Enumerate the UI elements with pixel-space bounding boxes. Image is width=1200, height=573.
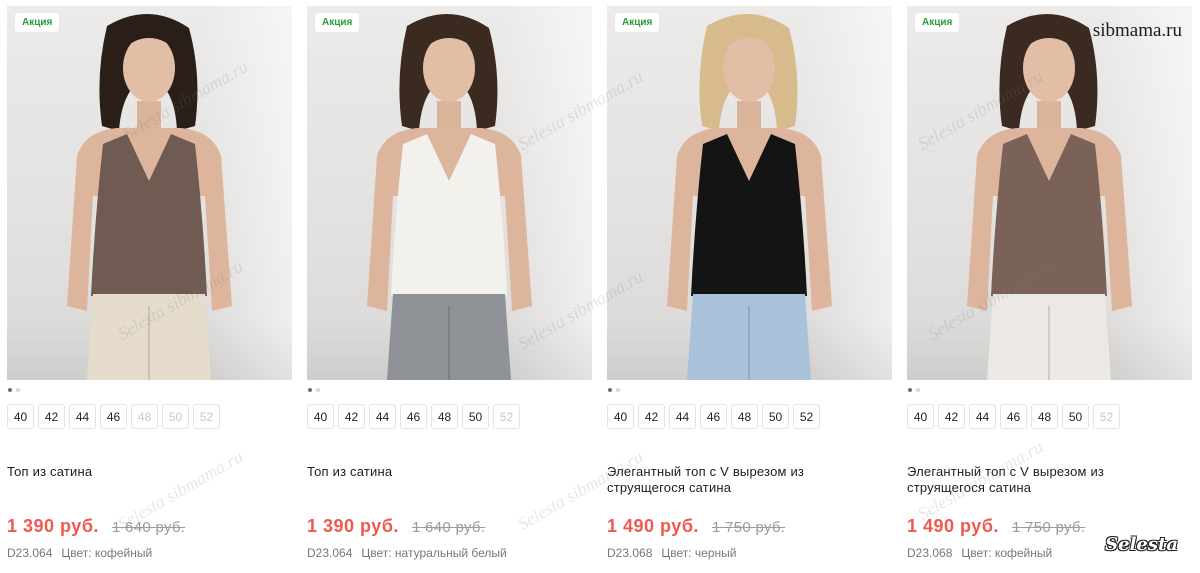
sale-badge: Акция bbox=[915, 13, 960, 32]
old-price: 1 640 руб. bbox=[111, 519, 186, 536]
product-title[interactable]: Топ из сатина bbox=[307, 464, 547, 480]
sale-badge: Акция bbox=[15, 13, 60, 32]
carousel-dot[interactable] bbox=[916, 388, 920, 392]
product-color: Цвет: кофейный bbox=[61, 546, 153, 560]
product-card[interactable]: Акция 40 42 44 46 48 50 52 Элегантный топ с V вы… bbox=[607, 6, 892, 566]
brand-watermark: Selesta bbox=[1105, 534, 1178, 555]
product-color: Цвет: кофейный bbox=[961, 546, 1053, 560]
sale-badge: Акция bbox=[615, 13, 660, 32]
image-carousel-dots bbox=[8, 388, 292, 393]
product-image[interactable]: Акция bbox=[607, 6, 892, 380]
price-block: 1 490 руб. 1 750 руб. bbox=[907, 516, 1085, 537]
carousel-dot[interactable] bbox=[308, 388, 312, 392]
product-title[interactable]: Элегантный топ с V вырезом из струящегос… bbox=[907, 464, 1147, 496]
size-option-44[interactable]: 44 bbox=[69, 404, 96, 429]
product-image[interactable]: Акция bbox=[307, 6, 592, 380]
site-watermark: sibmama.ru bbox=[1092, 20, 1182, 41]
carousel-dot[interactable] bbox=[616, 388, 620, 392]
size-option-40[interactable]: 40 bbox=[907, 404, 934, 429]
size-option-42[interactable]: 42 bbox=[38, 404, 65, 429]
size-selector: 40 42 44 46 48 50 52 bbox=[307, 404, 592, 429]
sale-badge: Акция bbox=[315, 13, 360, 32]
size-option-50[interactable]: 50 bbox=[1062, 404, 1089, 429]
size-option-46[interactable]: 46 bbox=[100, 404, 127, 429]
old-price: 1 640 руб. bbox=[411, 519, 486, 536]
size-selector: 40 42 44 46 48 50 52 bbox=[7, 404, 292, 429]
size-option-50[interactable]: 50 bbox=[462, 404, 489, 429]
size-option-42[interactable]: 42 bbox=[638, 404, 665, 429]
product-grid: Акция 40 42 44 46 48 50 52 Топ из сатина 1 390 ру… bbox=[7, 6, 1192, 566]
product-meta: D23.068 Цвет: черный bbox=[607, 546, 737, 560]
size-selector: 40 42 44 46 48 50 52 bbox=[607, 404, 892, 429]
product-sku: D23.064 bbox=[307, 546, 353, 560]
size-option-40[interactable]: 40 bbox=[607, 404, 634, 429]
sale-price: 1 390 руб. bbox=[307, 516, 399, 536]
product-card[interactable]: Акция 40 42 44 46 48 50 52 Топ из сатина 1 390 ру… bbox=[7, 6, 292, 566]
size-option-50: 50 bbox=[162, 404, 189, 429]
size-option-44[interactable]: 44 bbox=[969, 404, 996, 429]
size-option-42[interactable]: 42 bbox=[938, 404, 965, 429]
size-option-40[interactable]: 40 bbox=[307, 404, 334, 429]
product-card[interactable]: Акция 40 42 44 46 48 50 52 Элегантный топ с V вы… bbox=[907, 6, 1192, 566]
size-option-50[interactable]: 50 bbox=[762, 404, 789, 429]
size-selector: 40 42 44 46 48 50 52 bbox=[907, 404, 1192, 429]
size-option-52: 52 bbox=[493, 404, 520, 429]
sale-price: 1 390 руб. bbox=[7, 516, 99, 536]
model-figure bbox=[667, 13, 832, 380]
carousel-dot[interactable] bbox=[908, 388, 912, 392]
product-meta: D23.068 Цвет: кофейный bbox=[907, 546, 1052, 560]
size-option-48[interactable]: 48 bbox=[1031, 404, 1058, 429]
sale-price: 1 490 руб. bbox=[607, 516, 699, 536]
price-block: 1 390 руб. 1 640 руб. bbox=[307, 516, 485, 537]
product-title[interactable]: Топ из сатина bbox=[7, 464, 247, 480]
model-figure bbox=[367, 13, 532, 380]
model-figure bbox=[967, 13, 1132, 380]
carousel-dot[interactable] bbox=[8, 388, 12, 392]
product-image[interactable]: Акция bbox=[7, 6, 292, 380]
product-card[interactable]: Акция 40 42 44 46 48 50 52 Топ из сатина 1 390 ру… bbox=[307, 6, 592, 566]
price-block: 1 490 руб. 1 750 руб. bbox=[607, 516, 785, 537]
size-option-48[interactable]: 48 bbox=[431, 404, 458, 429]
price-block: 1 390 руб. 1 640 руб. bbox=[7, 516, 185, 537]
product-sku: D23.068 bbox=[607, 546, 653, 560]
carousel-dot[interactable] bbox=[608, 388, 612, 392]
size-option-48[interactable]: 48 bbox=[731, 404, 758, 429]
size-option-48: 48 bbox=[131, 404, 158, 429]
image-carousel-dots bbox=[908, 388, 1192, 393]
product-meta: D23.064 Цвет: натуральный белый bbox=[307, 546, 507, 560]
size-option-42[interactable]: 42 bbox=[338, 404, 365, 429]
carousel-dot[interactable] bbox=[316, 388, 320, 392]
product-color: Цвет: натуральный белый bbox=[361, 546, 507, 560]
size-option-52: 52 bbox=[1093, 404, 1120, 429]
sale-price: 1 490 руб. bbox=[907, 516, 999, 536]
size-option-46[interactable]: 46 bbox=[1000, 404, 1027, 429]
size-option-40[interactable]: 40 bbox=[7, 404, 34, 429]
size-option-52: 52 bbox=[193, 404, 220, 429]
product-color: Цвет: черный bbox=[661, 546, 737, 560]
size-option-44[interactable]: 44 bbox=[669, 404, 696, 429]
size-option-44[interactable]: 44 bbox=[369, 404, 396, 429]
old-price: 1 750 руб. bbox=[711, 519, 786, 536]
carousel-dot[interactable] bbox=[16, 388, 20, 392]
size-option-46[interactable]: 46 bbox=[400, 404, 427, 429]
model-figure bbox=[67, 13, 232, 380]
product-title[interactable]: Элегантный топ с V вырезом из струящегос… bbox=[607, 464, 847, 496]
size-option-46[interactable]: 46 bbox=[700, 404, 727, 429]
image-carousel-dots bbox=[608, 388, 892, 393]
old-price: 1 750 руб. bbox=[1011, 519, 1086, 536]
product-meta: D23.064 Цвет: кофейный bbox=[7, 546, 152, 560]
product-image[interactable]: Акция bbox=[907, 6, 1192, 380]
product-sku: D23.064 bbox=[7, 546, 53, 560]
product-sku: D23.068 bbox=[907, 546, 953, 560]
size-option-52[interactable]: 52 bbox=[793, 404, 820, 429]
image-carousel-dots bbox=[308, 388, 592, 393]
